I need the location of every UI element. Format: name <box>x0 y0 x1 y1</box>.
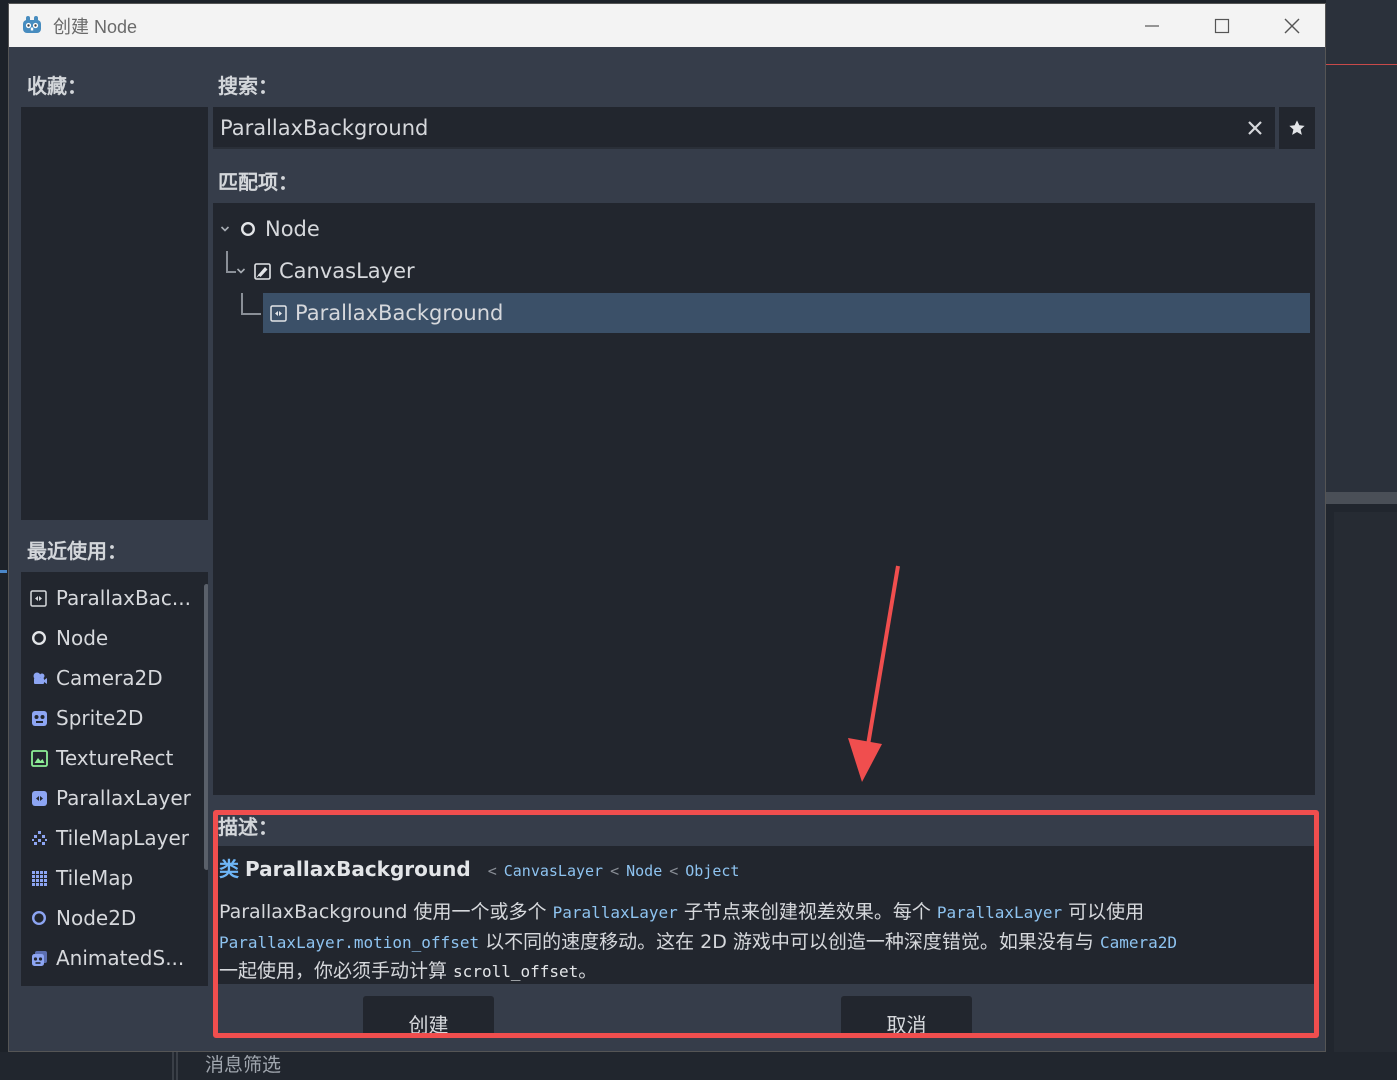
recent-item-node2d[interactable]: Node2D <box>21 898 191 938</box>
godot-logo-icon <box>23 16 41 33</box>
parallax-background-icon <box>269 304 287 322</box>
search-field[interactable] <box>213 107 1275 149</box>
search-label: 搜索： <box>218 74 278 98</box>
tree-item-node[interactable]: Node <box>219 209 320 249</box>
close-icon <box>1248 121 1262 135</box>
chevron-down-icon[interactable] <box>219 223 231 235</box>
close-button[interactable] <box>1257 4 1327 47</box>
minimize-icon <box>1145 24 1159 27</box>
recent-item-animatedsprite[interactable]: AnimatedS... <box>21 938 191 978</box>
recent-label: 最近使用： <box>27 539 127 563</box>
message-filter-label: 消息筛选 <box>205 1054 282 1076</box>
recent-scrollbar[interactable] <box>204 584 208 870</box>
chevron-down-icon[interactable] <box>235 265 247 277</box>
star-icon <box>1289 120 1305 135</box>
window-title: 创建 Node <box>53 17 138 37</box>
tree-item-parallaxbackground[interactable]: ParallaxBackground <box>263 293 1310 333</box>
recent-list[interactable]: ParallaxBac... Node Camera2D Sprite2D Te… <box>21 572 208 986</box>
recent-item-node[interactable]: Node <box>21 618 191 658</box>
favorites-list[interactable] <box>21 107 208 520</box>
background-editor-bar <box>1326 492 1397 504</box>
favorites-label: 收藏： <box>27 74 87 98</box>
camera2d-icon <box>30 669 48 687</box>
tilemap-layer-icon <box>30 829 48 847</box>
recent-item-parallaxbackground[interactable]: ParallaxBac... <box>21 578 191 618</box>
recent-item-camera2d[interactable]: Camera2D <box>21 658 191 698</box>
favorite-toggle-button[interactable] <box>1279 107 1315 149</box>
matches-tree[interactable]: Node CanvasLayer ParallaxBackground <box>213 203 1315 795</box>
texture-rect-icon <box>30 749 48 767</box>
background-editor-panel <box>1326 0 1397 500</box>
node-icon <box>30 629 48 647</box>
parallax-layer-icon <box>30 789 48 807</box>
annotation-highlight-box <box>213 810 1319 1038</box>
recent-item-sprite2d[interactable]: Sprite2D <box>21 698 191 738</box>
node2d-icon <box>30 909 48 927</box>
tree-item-canvaslayer[interactable]: CanvasLayer <box>235 251 415 291</box>
animated-sprite-icon <box>30 949 48 967</box>
recent-item-tilemap[interactable]: TileMap <box>21 858 191 898</box>
recent-item-texturerect[interactable]: TextureRect <box>21 738 191 778</box>
node-icon <box>239 220 257 238</box>
recent-item-tilemaplayer[interactable]: TileMapLayer <box>21 818 191 858</box>
parallax-background-icon <box>30 589 48 607</box>
tree-connector <box>241 293 261 315</box>
maximize-icon <box>1214 18 1230 33</box>
close-icon <box>1284 18 1300 33</box>
maximize-button[interactable] <box>1187 4 1257 47</box>
recent-item-parallaxlayer[interactable]: ParallaxLayer <box>21 778 191 818</box>
tilemap-icon <box>30 869 48 887</box>
search-input[interactable] <box>220 112 1220 144</box>
create-node-dialog: 创建 Node 收藏： 最近使用： ParallaxBac... Node Ca… <box>8 3 1326 1052</box>
background-splitter[interactable] <box>172 1052 178 1080</box>
title-bar[interactable]: 创建 Node <box>9 4 1325 47</box>
background-editor-bottom-inner <box>1334 512 1397 1080</box>
matches-label: 匹配项： <box>218 170 298 194</box>
sprite2d-icon <box>30 709 48 727</box>
background-left-marker <box>0 570 7 573</box>
background-editor-line <box>1326 64 1397 65</box>
minimize-button[interactable] <box>1117 4 1187 47</box>
canvas-layer-icon <box>253 262 271 280</box>
clear-search-button[interactable] <box>1243 116 1267 140</box>
